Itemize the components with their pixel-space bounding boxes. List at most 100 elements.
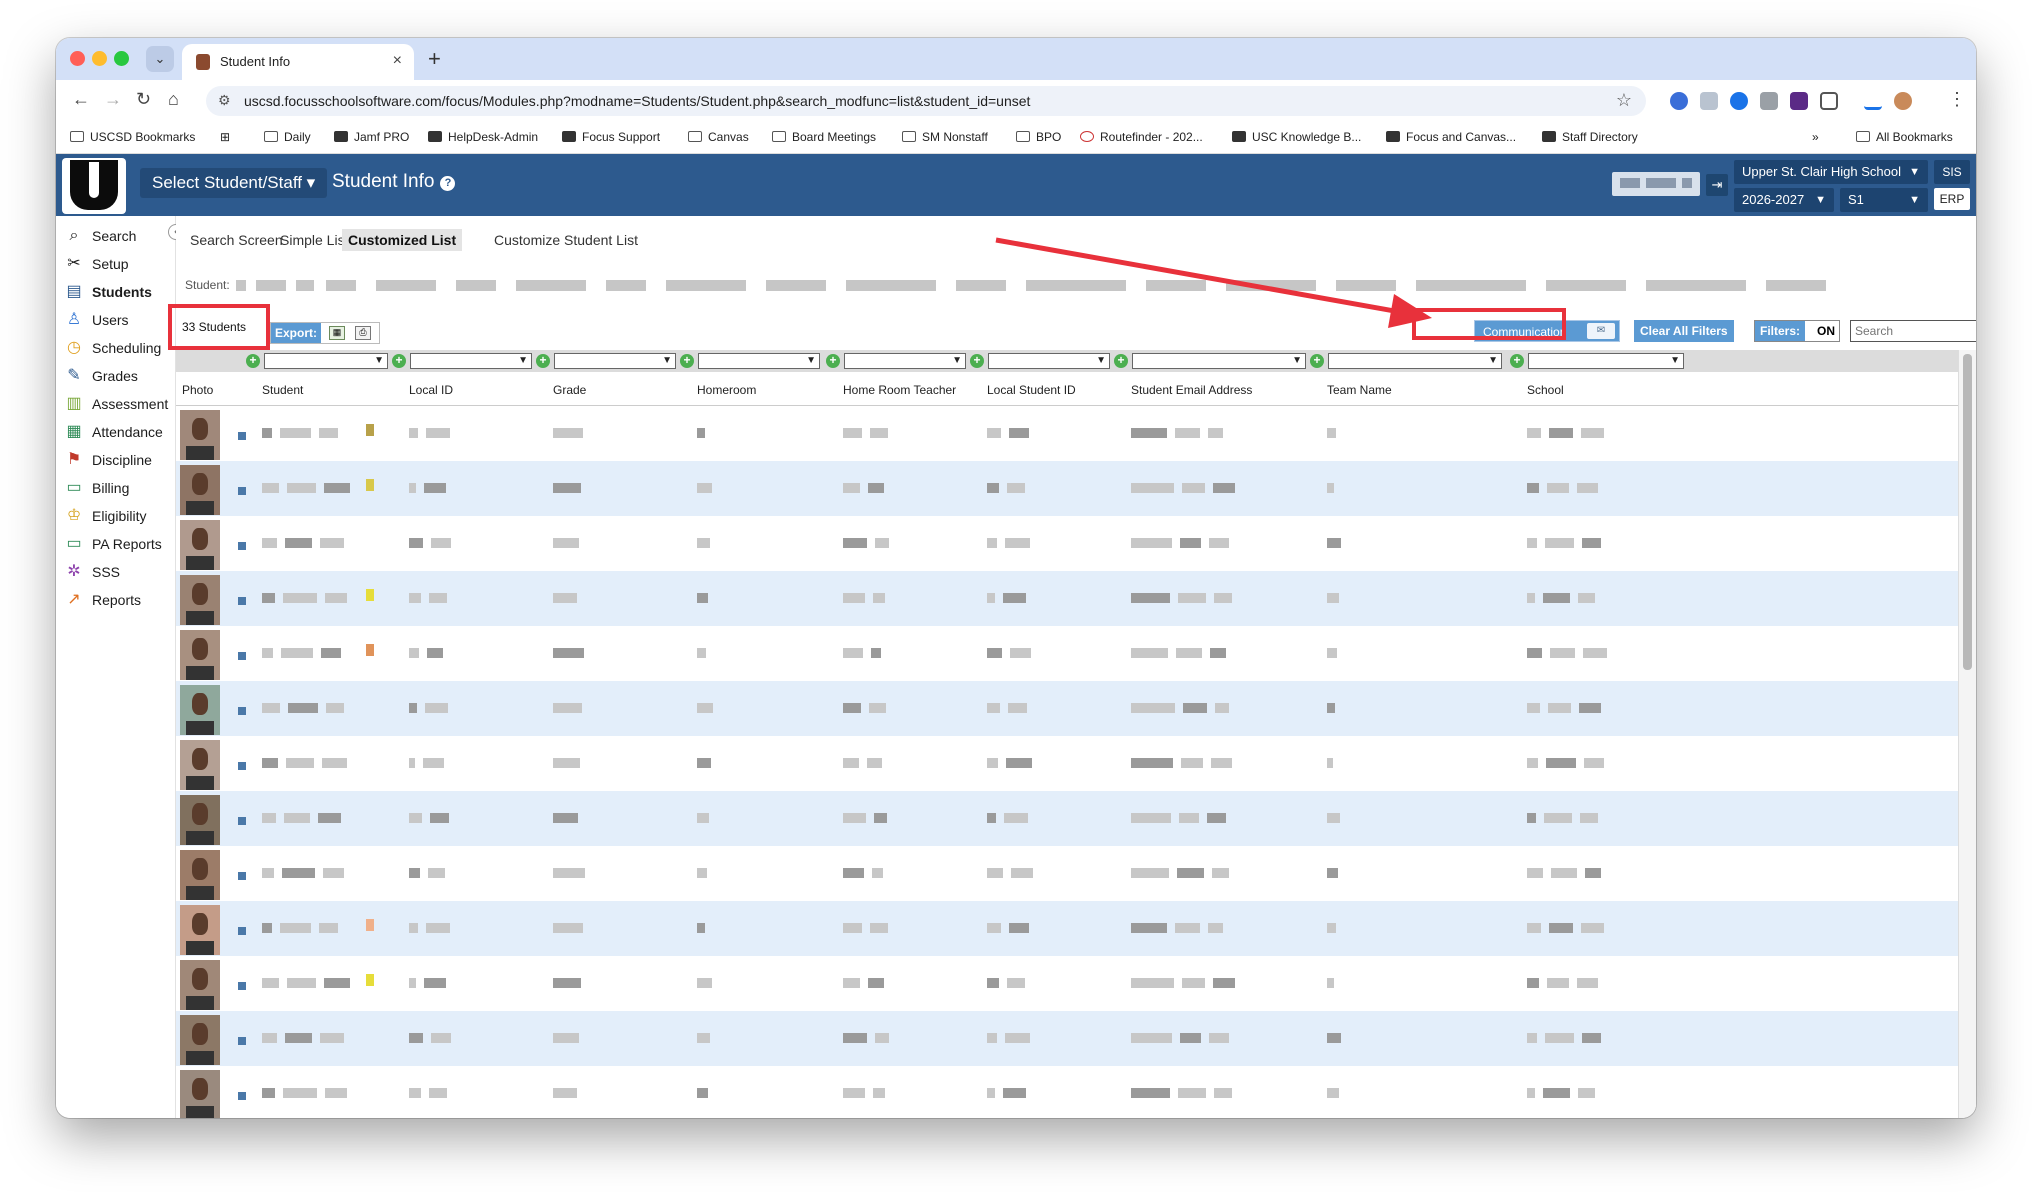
sidebar-item-billing[interactable]: ▭ Billing	[64, 474, 174, 502]
column-header-student[interactable]: Student	[262, 383, 303, 397]
extension-1-icon[interactable]	[1670, 92, 1688, 110]
sidebar-item-students[interactable]: ▤ Students	[64, 278, 174, 306]
tab-search-screen[interactable]: Search Screen	[190, 232, 283, 248]
column-header-local-student-id[interactable]: Local Student ID	[987, 383, 1076, 397]
filter-team-select[interactable]: ▼	[1328, 353, 1502, 369]
camera-extension-icon[interactable]	[1760, 92, 1778, 110]
help-icon[interactable]: ?	[440, 176, 456, 191]
row-select-marker[interactable]	[238, 597, 246, 605]
table-row[interactable]	[176, 791, 1958, 846]
filter-local-student-id-select[interactable]: ▼	[988, 353, 1110, 369]
bookmark-board-meetings[interactable]: Board Meetings	[772, 130, 876, 144]
filter-homeroom-select[interactable]: ▼	[698, 353, 820, 369]
add-filter-icon[interactable]: +	[970, 354, 984, 368]
column-header-student-email[interactable]: Student Email Address	[1131, 383, 1252, 397]
browser-tab[interactable]: Student Info ×	[182, 44, 414, 80]
row-select-marker[interactable]	[238, 707, 246, 715]
erp-button[interactable]: ERP	[1934, 188, 1970, 210]
user-name-redacted[interactable]	[1612, 172, 1700, 196]
sidebar-item-search[interactable]: ⌕ Search	[64, 222, 174, 250]
home-icon[interactable]: ⌂	[168, 89, 179, 110]
extension-k-icon[interactable]	[1790, 92, 1808, 110]
tab-customize-student-list[interactable]: Customize Student List	[494, 232, 638, 248]
profile-avatar[interactable]	[1894, 92, 1912, 110]
extensions-puzzle-icon[interactable]	[1820, 92, 1838, 110]
add-filter-icon[interactable]: +	[680, 354, 694, 368]
site-info-icon[interactable]: ⚙	[218, 92, 231, 109]
maximize-window-button[interactable]	[114, 51, 129, 66]
column-header-local-id[interactable]: Local ID	[409, 383, 453, 397]
new-tab-button[interactable]: +	[428, 46, 441, 72]
sidebar-item-scheduling[interactable]: ◷ Scheduling	[64, 334, 174, 362]
bookmark-bpo[interactable]: BPO	[1016, 130, 1061, 144]
sidebar-item-reports[interactable]: ↗ Reports	[64, 586, 174, 614]
bookmark-routefinder[interactable]: Routefinder - 202...	[1080, 130, 1203, 144]
row-select-marker[interactable]	[238, 982, 246, 990]
filter-email-select[interactable]: ▼	[1132, 353, 1306, 369]
sidebar-item-grades[interactable]: ✎ Grades	[64, 362, 174, 390]
row-select-marker[interactable]	[238, 1092, 246, 1100]
sis-button[interactable]: SIS	[1934, 160, 1970, 184]
table-row[interactable]	[176, 461, 1958, 516]
browser-menu-icon[interactable]: ⋮	[1948, 89, 1966, 110]
tab-search-chevron-icon[interactable]: ⌄	[146, 46, 174, 72]
filter-grade-select[interactable]: ▼	[554, 353, 676, 369]
add-filter-icon[interactable]: +	[1510, 354, 1524, 368]
add-filter-icon[interactable]: +	[1310, 354, 1324, 368]
select-student-staff-dropdown[interactable]: Select Student/Staff ▾	[140, 168, 328, 198]
close-window-button[interactable]	[70, 51, 85, 66]
table-row[interactable]	[176, 406, 1958, 461]
column-header-photo[interactable]: Photo	[182, 383, 213, 397]
table-row[interactable]	[176, 1011, 1958, 1066]
tab-simple-list[interactable]: Simple List	[280, 232, 348, 248]
bookmark-daily[interactable]: Daily	[264, 130, 311, 144]
bookmarks-overflow-icon[interactable]: »	[1812, 130, 1819, 144]
row-select-marker[interactable]	[238, 432, 246, 440]
add-filter-icon[interactable]: +	[1114, 354, 1128, 368]
tab-customized-list[interactable]: Customized List	[342, 229, 463, 251]
logout-icon[interactable]: ⇥	[1706, 174, 1728, 196]
vertical-scrollbar[interactable]	[1958, 350, 1976, 1118]
table-row[interactable]	[176, 956, 1958, 1011]
sidebar-item-assessment[interactable]: ▥ Assessment	[64, 390, 174, 418]
list-search-input[interactable]	[1850, 320, 1976, 342]
sidebar-item-pa-reports[interactable]: ▭ PA Reports	[64, 530, 174, 558]
excel-export-icon[interactable]: ▦	[329, 326, 345, 340]
table-row[interactable]	[176, 846, 1958, 901]
add-filter-icon[interactable]: +	[826, 354, 840, 368]
all-bookmarks[interactable]: All Bookmarks	[1856, 130, 1953, 144]
downloads-icon[interactable]	[1864, 92, 1882, 110]
filter-school-select[interactable]: ▼	[1528, 353, 1684, 369]
sidebar-item-discipline[interactable]: ⚑ Discipline	[64, 446, 174, 474]
column-header-home-room-teacher[interactable]: Home Room Teacher	[843, 383, 956, 397]
apps-grid-icon[interactable]: ⊞	[220, 130, 230, 144]
address-bar[interactable]: ⚙ uscsd.focusschoolsoftware.com/focus/Mo…	[206, 86, 1646, 116]
bookmark-sm-nonstaff[interactable]: SM Nonstaff	[902, 130, 988, 144]
column-header-homeroom[interactable]: Homeroom	[697, 383, 756, 397]
bookmark-jamf[interactable]: Jamf PRO	[334, 130, 409, 144]
row-select-marker[interactable]	[238, 542, 246, 550]
sidebar-item-attendance[interactable]: ▦ Attendance	[64, 418, 174, 446]
clear-all-filters-button[interactable]: Clear All Filters	[1634, 320, 1734, 342]
add-filter-icon[interactable]: +	[392, 354, 406, 368]
filter-student-select[interactable]: ▼	[264, 353, 388, 369]
district-logo[interactable]	[62, 158, 126, 214]
bookmark-uscsd[interactable]: USCSD Bookmarks	[70, 130, 195, 144]
bookmark-canvas[interactable]: Canvas	[688, 130, 749, 144]
bookmark-focus-canvas[interactable]: Focus and Canvas...	[1386, 130, 1516, 144]
back-arrow-icon[interactable]: ←	[72, 89, 90, 110]
sidebar-item-users[interactable]: ♙ Users	[64, 306, 174, 334]
table-row[interactable]	[176, 1066, 1958, 1118]
sidebar-item-sss[interactable]: ✲ SSS	[64, 558, 174, 586]
reload-icon[interactable]: ↻	[136, 89, 151, 110]
sidebar-item-setup[interactable]: ✂ Setup	[64, 250, 174, 278]
bookmark-star-icon[interactable]: ☆	[1616, 90, 1632, 111]
column-header-grade[interactable]: Grade	[553, 383, 586, 397]
extension-3-icon[interactable]	[1730, 92, 1748, 110]
table-row[interactable]	[176, 571, 1958, 626]
table-row[interactable]	[176, 516, 1958, 571]
scrollbar-thumb[interactable]	[1963, 354, 1972, 670]
row-select-marker[interactable]	[238, 652, 246, 660]
table-row[interactable]	[176, 626, 1958, 681]
forward-arrow-icon[interactable]: →	[104, 89, 122, 110]
